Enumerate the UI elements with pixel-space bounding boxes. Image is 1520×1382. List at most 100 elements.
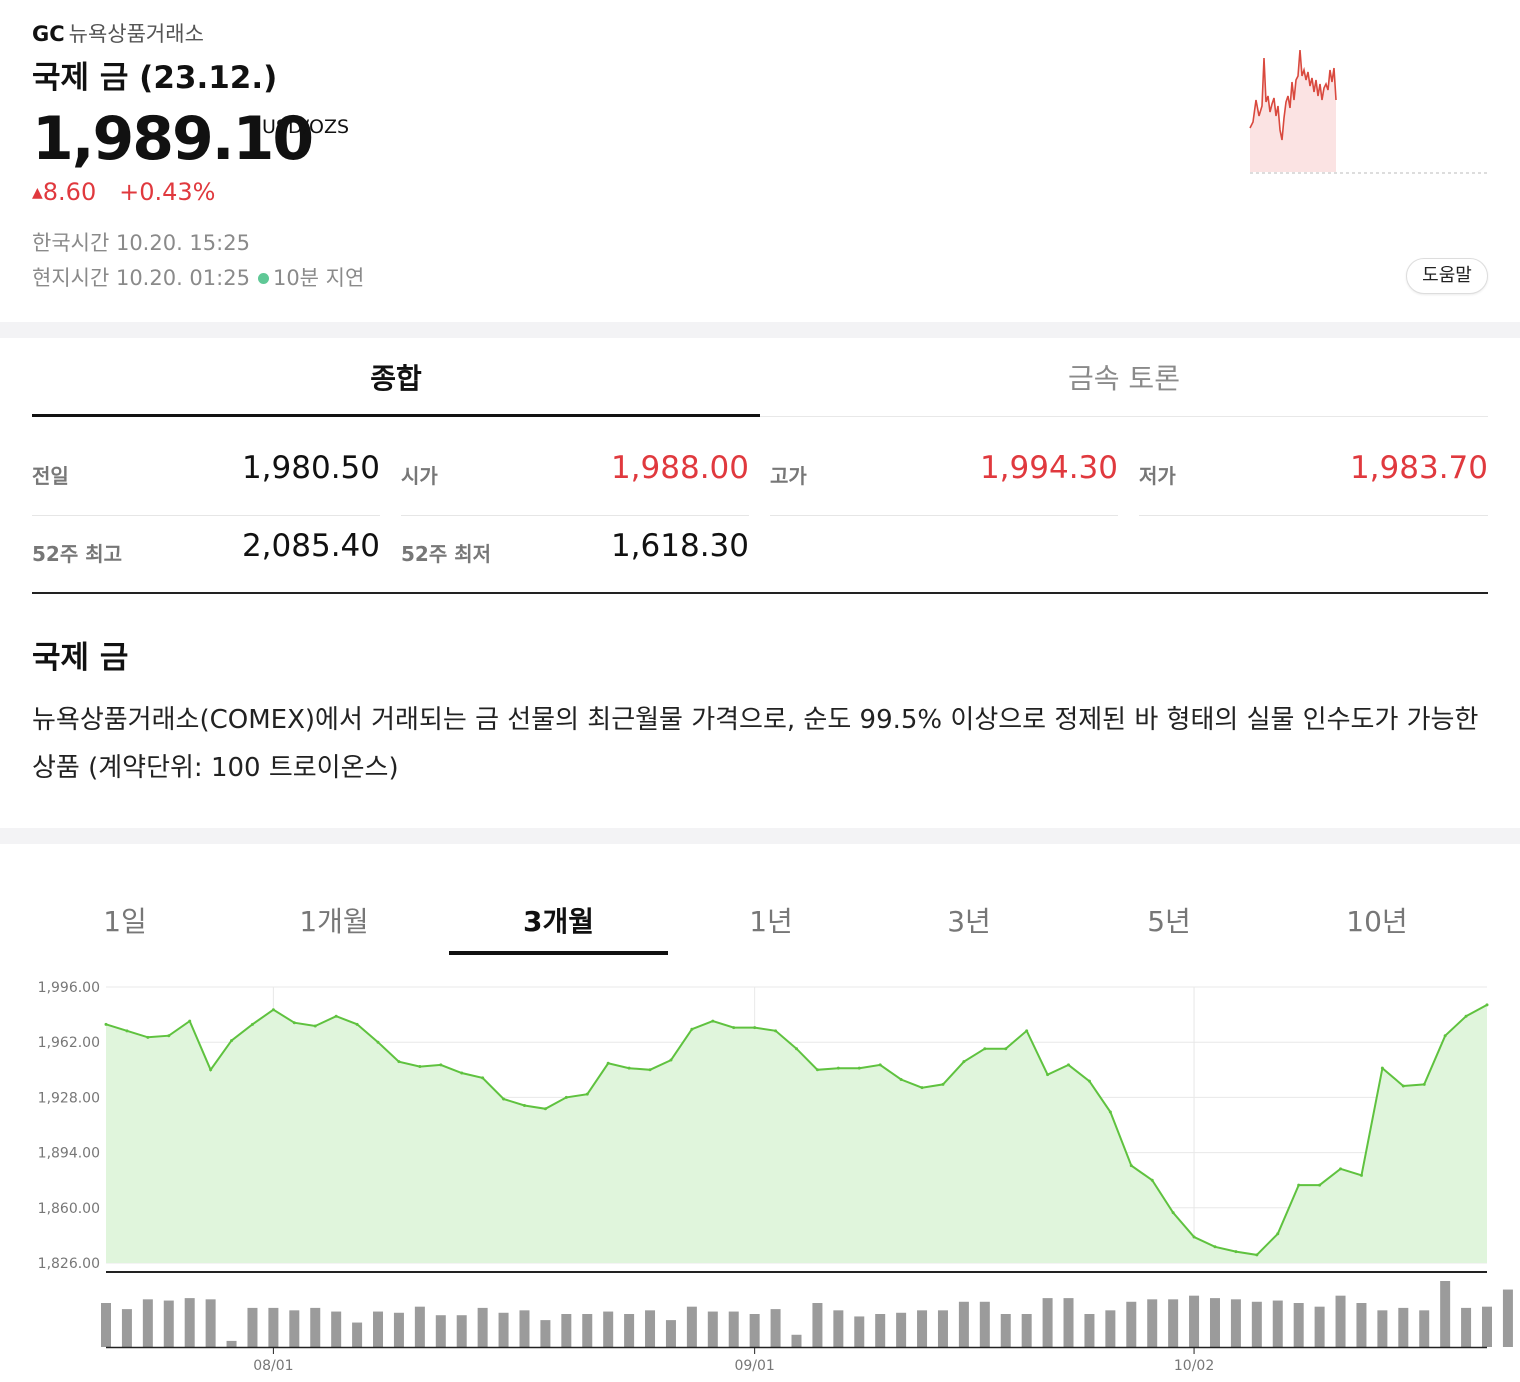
- price-point: [125, 1029, 129, 1033]
- volume-bar: [665, 1320, 676, 1347]
- price-point: [250, 1022, 254, 1026]
- volume-bar: [1482, 1306, 1492, 1347]
- volume-bar: [373, 1311, 384, 1347]
- price-point: [753, 1026, 757, 1030]
- change-percent: +0.43%: [119, 178, 216, 206]
- stat-value: 1,618.30: [610, 528, 749, 564]
- price-point: [418, 1065, 422, 1069]
- volume-bar: [1042, 1298, 1053, 1347]
- period-tab-10y[interactable]: 10년: [1322, 900, 1432, 955]
- y-tick-label: 1,996.00: [38, 980, 100, 996]
- volume-bar: [791, 1334, 802, 1347]
- price-point: [648, 1068, 652, 1072]
- volume-bar: [958, 1301, 969, 1347]
- period-tab-3m[interactable]: 3개월: [449, 900, 668, 955]
- price-point: [836, 1066, 840, 1070]
- price-point: [376, 1040, 380, 1044]
- volume-bar: [1126, 1301, 1137, 1347]
- volume-bar: [582, 1314, 593, 1347]
- volume-bar: [121, 1309, 132, 1347]
- tab-metal-discussion[interactable]: 금속 토론: [760, 338, 1488, 416]
- price-point: [1485, 1003, 1489, 1007]
- period-tab-3y[interactable]: 3년: [914, 900, 1024, 955]
- volume-bar: [1209, 1298, 1220, 1347]
- volume-bar: [770, 1309, 781, 1347]
- volume-bar: [875, 1314, 886, 1347]
- stat-value: 2,085.40: [241, 528, 380, 564]
- delay-text: 10분 지연: [272, 266, 365, 290]
- volume-bar: [289, 1310, 300, 1347]
- price-point: [355, 1022, 359, 1026]
- volume-bar: [1105, 1310, 1116, 1347]
- price-point: [606, 1061, 610, 1065]
- price-area: [106, 1004, 1487, 1263]
- volume-bar: [1314, 1306, 1325, 1347]
- volume-bar: [101, 1303, 111, 1347]
- stat-value: 1,983.70: [1349, 450, 1488, 486]
- price-point: [564, 1095, 568, 1099]
- y-tick-label: 1,826.00: [38, 1256, 100, 1272]
- stat-52w-low: 52주 최저 1,618.30: [401, 516, 749, 593]
- price-point: [732, 1026, 736, 1030]
- price-point: [543, 1107, 547, 1111]
- tab-overview[interactable]: 종합: [32, 338, 760, 417]
- y-tick-label: 1,860.00: [38, 1201, 100, 1217]
- volume-bar: [686, 1306, 697, 1347]
- volume-bar: [917, 1310, 928, 1347]
- volume-bar: [728, 1311, 739, 1347]
- volume-bar: [624, 1314, 635, 1347]
- change-value: 8.60: [42, 178, 97, 206]
- local-time: 현지시간 10.20. 01:25: [32, 266, 250, 290]
- price-point: [460, 1071, 464, 1075]
- volume-bar: [1461, 1307, 1472, 1347]
- price-point: [188, 1019, 192, 1023]
- volume-bar: [833, 1310, 844, 1347]
- period-tab-1d[interactable]: 1일: [70, 900, 180, 955]
- price-point: [878, 1063, 882, 1067]
- volume-bar: [896, 1312, 907, 1347]
- price-point: [627, 1066, 631, 1070]
- stat-label: 52주 최저: [401, 542, 491, 566]
- help-button[interactable]: 도움말: [1406, 258, 1488, 294]
- price-point: [1129, 1164, 1133, 1168]
- volume-bar: [205, 1299, 216, 1347]
- delay-status-dot-icon: [257, 273, 269, 284]
- volume-bar: [1189, 1295, 1200, 1347]
- volume-bar: [477, 1307, 488, 1347]
- price-point: [1171, 1211, 1175, 1215]
- volume-bar: [1272, 1300, 1283, 1347]
- price-point: [104, 1022, 108, 1026]
- volume-bar: [812, 1303, 823, 1347]
- volume-bar: [331, 1311, 342, 1347]
- price-point: [1192, 1235, 1196, 1239]
- price-point: [1046, 1073, 1050, 1077]
- price-point: [439, 1063, 443, 1067]
- price-point: [146, 1035, 150, 1039]
- volume-bar: [749, 1314, 760, 1347]
- volume-bar: [1440, 1281, 1451, 1347]
- volume-bar: [540, 1320, 551, 1347]
- price-chart[interactable]: 1,996.00 1,962.00 1,928.00 1,894.00 1,860.00…: [0, 970, 1520, 1378]
- period-tab-5y[interactable]: 5년: [1114, 900, 1224, 955]
- price-point: [1087, 1079, 1091, 1083]
- main-tabs: 종합 금속 토론: [32, 338, 1488, 417]
- period-tab-1m[interactable]: 1개월: [279, 900, 389, 955]
- price-point: [1318, 1183, 1322, 1187]
- stat-label: 저가: [1139, 464, 1176, 488]
- price-point: [1213, 1245, 1217, 1249]
- y-tick-label: 1,962.00: [38, 1035, 100, 1051]
- instrument-name: 국제 금 (23.12.): [32, 60, 278, 96]
- volume-bar: [226, 1340, 237, 1347]
- period-tab-1y[interactable]: 1년: [716, 900, 826, 955]
- price-point: [774, 1029, 778, 1033]
- volume-bar: [1147, 1299, 1158, 1347]
- volume-bar: [1356, 1303, 1367, 1347]
- price-point: [857, 1066, 861, 1070]
- volume-bar: [1419, 1310, 1430, 1347]
- section-divider: [0, 828, 1520, 844]
- info-title: 국제 금: [32, 640, 129, 676]
- volume-bar: [142, 1299, 153, 1347]
- volume-bar: [247, 1307, 258, 1347]
- volume-bar: [1063, 1298, 1074, 1347]
- price-point: [1276, 1232, 1280, 1236]
